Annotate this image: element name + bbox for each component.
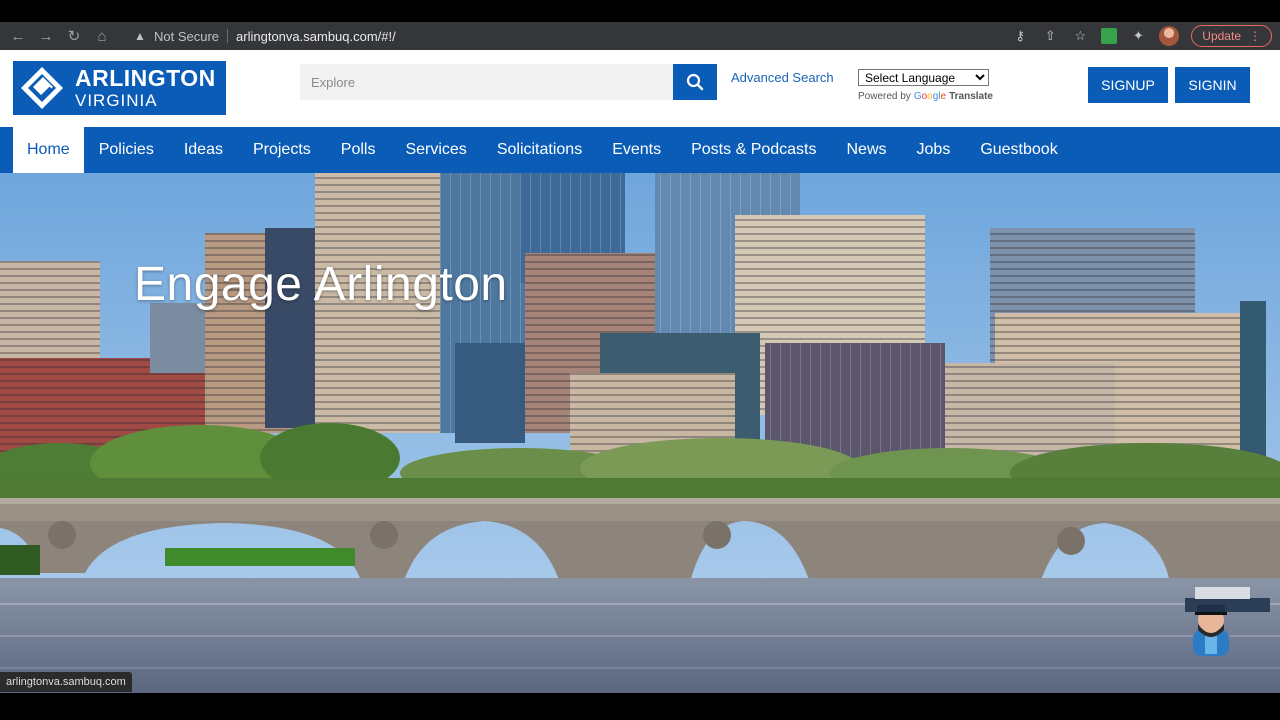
back-arrow-icon[interactable]: ←	[4, 22, 32, 50]
update-button[interactable]: Update ⋮	[1191, 25, 1272, 47]
nav-policies[interactable]: Policies	[84, 127, 169, 173]
browser-toolbar: ← → ↻ ⌂ ▲ Not Secure arlingtonva.sambuq.…	[0, 22, 1280, 50]
more-vertical-icon: ⋮	[1249, 29, 1261, 43]
web-page: ARLINGTON VIRGINIA Advanced Search Selec…	[0, 50, 1280, 693]
nav-events[interactable]: Events	[597, 127, 676, 173]
arlington-logo-mark-icon	[19, 65, 65, 111]
nav-posts-podcasts[interactable]: Posts & Podcasts	[676, 127, 831, 173]
search-input[interactable]	[300, 64, 673, 100]
language-select[interactable]: Select Language	[858, 69, 989, 86]
profile-avatar[interactable]	[1159, 26, 1180, 46]
nav-ideas[interactable]: Ideas	[169, 127, 238, 173]
address-divider	[227, 29, 229, 43]
puzzle-extensions-icon[interactable]: ✦	[1129, 27, 1147, 45]
extension-green-icon[interactable]	[1101, 28, 1118, 44]
url-text[interactable]: arlingtonva.sambuq.com/#!/	[236, 29, 396, 44]
address-bar[interactable]: ▲ Not Secure arlingtonva.sambuq.com/#!/	[124, 24, 1124, 48]
hero-title: Engage Arlington	[134, 258, 508, 311]
skyline-image	[0, 173, 1280, 693]
nav-projects[interactable]: Projects	[238, 127, 326, 173]
reload-icon[interactable]: ↻	[60, 22, 88, 50]
main-nav: Home Policies Ideas Projects Polls Servi…	[0, 127, 1280, 173]
share-icon[interactable]: ⇧	[1041, 27, 1059, 45]
browser-actions: ⚷ ⇧ ☆ ✦ Update ⋮	[1011, 22, 1272, 50]
arlington-logo[interactable]: ARLINGTON VIRGINIA	[13, 61, 226, 115]
screen-bottom-border	[0, 693, 1280, 720]
nav-jobs[interactable]: Jobs	[902, 127, 966, 173]
site-header: ARLINGTON VIRGINIA Advanced Search Selec…	[0, 50, 1280, 128]
signin-button[interactable]: SIGNIN	[1175, 67, 1250, 103]
logo-title: ARLINGTON	[75, 65, 216, 91]
google-logo: Google	[913, 91, 947, 102]
powered-by-google: Powered by Google Translate	[858, 91, 993, 102]
hero-banner: Engage Arlington	[0, 173, 1280, 693]
forward-arrow-icon[interactable]: →	[32, 22, 60, 50]
warning-icon: ▲	[134, 29, 146, 43]
captain-mascot-icon[interactable]	[1183, 598, 1239, 656]
translate-label[interactable]: Translate	[949, 91, 993, 102]
update-label: Update	[1202, 29, 1241, 43]
status-bar-url: arlingtonva.sambuq.com	[0, 672, 132, 692]
bookmark-star-icon[interactable]: ☆	[1071, 27, 1089, 45]
not-secure-label: Not Secure	[154, 28, 220, 44]
nav-polls[interactable]: Polls	[326, 127, 391, 173]
advanced-search-link[interactable]: Advanced Search	[731, 70, 834, 85]
nav-news[interactable]: News	[832, 127, 902, 173]
google-translate-widget: Select Language Powered by Google Transl…	[858, 69, 993, 102]
search-icon	[686, 73, 704, 91]
nav-home[interactable]: Home	[13, 127, 84, 173]
nav-services[interactable]: Services	[390, 127, 481, 173]
powered-by-label: Powered by	[858, 91, 911, 102]
search-button[interactable]	[673, 64, 717, 100]
search-bar	[300, 64, 717, 100]
nav-solicitations[interactable]: Solicitations	[482, 127, 597, 173]
screen-top-border	[0, 0, 1280, 22]
signup-button[interactable]: SIGNUP	[1088, 67, 1168, 103]
home-icon[interactable]: ⌂	[88, 22, 116, 50]
key-icon[interactable]: ⚷	[1011, 27, 1029, 45]
nav-guestbook[interactable]: Guestbook	[965, 127, 1072, 173]
logo-subtitle: VIRGINIA	[75, 91, 158, 110]
